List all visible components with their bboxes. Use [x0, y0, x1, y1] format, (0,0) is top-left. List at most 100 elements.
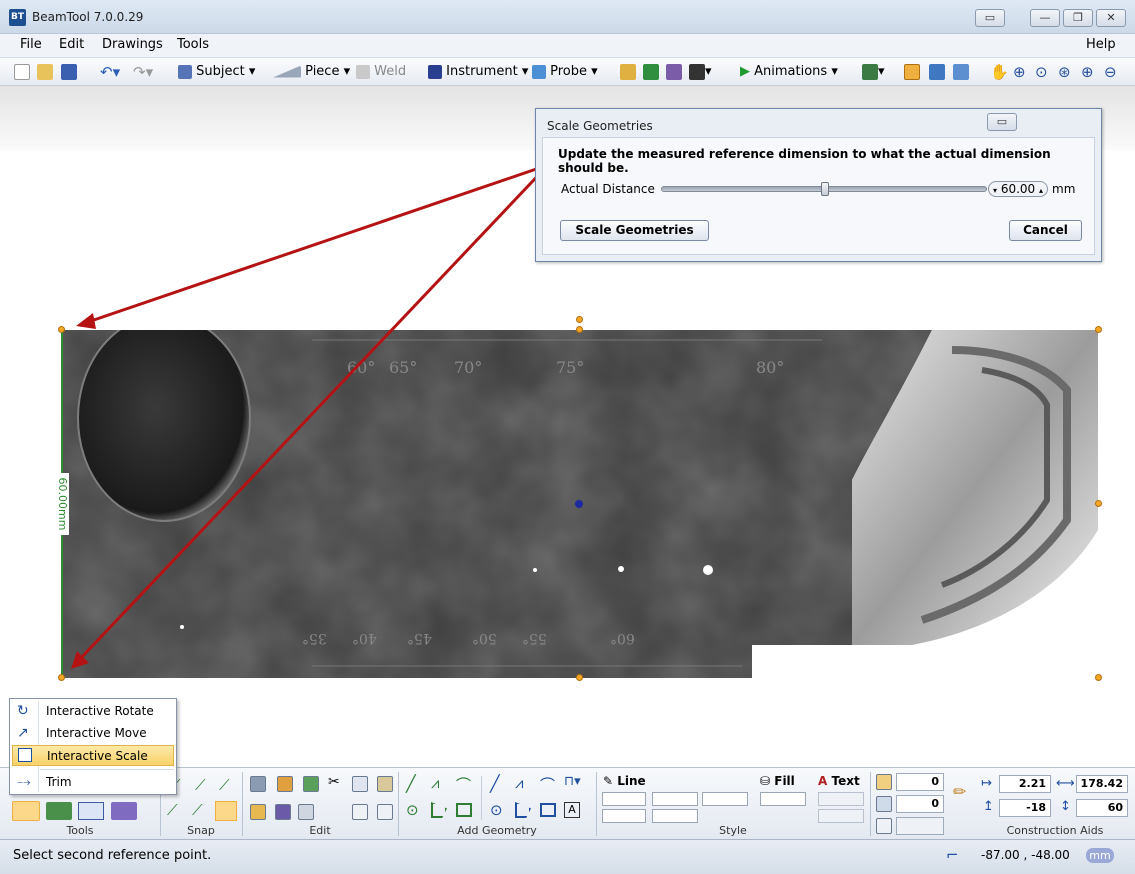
menu-item-trim[interactable]: ⤍ Trim [12, 772, 174, 793]
select-region-icon[interactable] [78, 802, 104, 820]
width-field[interactable]: 178.42 [1076, 775, 1128, 793]
status-message: Select second reference point. [13, 848, 212, 863]
copy-icon[interactable] [352, 776, 368, 792]
menu-item-label: Interactive Rotate [46, 704, 154, 718]
fill-label: Fill [774, 774, 795, 788]
ribbon-separator [481, 776, 482, 820]
slider-thumb[interactable] [821, 182, 829, 196]
snap-intersection-icon[interactable]: ⟋ [167, 801, 178, 819]
snap-grid-icon[interactable] [215, 801, 237, 821]
angle-tool-icon[interactable] [876, 774, 892, 790]
paint-bucket-icon: ⛁ [760, 774, 771, 788]
dialog-body: Update the measured reference dimension … [542, 137, 1095, 255]
snap-mid-icon[interactable]: ⟋ [219, 776, 230, 794]
edit-add-icon[interactable] [303, 776, 319, 792]
add-rectangle-blue-icon[interactable] [540, 803, 556, 817]
cursor-position-icon: ⌐ [946, 846, 959, 864]
menu-item-interactive-scale[interactable]: Interactive Scale [12, 745, 174, 766]
x-offset-icon: ↦ [981, 776, 992, 791]
actual-distance-label: Actual Distance [561, 182, 655, 196]
edit-shape-icon[interactable] [250, 776, 266, 792]
distance-slider[interactable] [661, 182, 987, 196]
add-line-icon[interactable]: ╱ [406, 774, 416, 793]
units-badge[interactable]: mm [1086, 848, 1114, 863]
group-label-tools: Tools [66, 824, 94, 837]
add-arc-blue-icon[interactable]: ⌒ [540, 774, 555, 795]
move-icon: ↗ [17, 725, 29, 741]
align-icon[interactable] [298, 804, 314, 820]
menu-separator [40, 769, 174, 770]
scale-geometries-dialog: Scale Geometries ▭ Update the measured r… [535, 108, 1102, 262]
field-a[interactable]: 0 [896, 773, 944, 791]
add-line-blue-icon[interactable]: ╱ [490, 774, 500, 793]
paste-icon[interactable] [377, 776, 393, 792]
edit-pencil-icon[interactable] [277, 776, 293, 792]
add-polyline-blue-icon[interactable]: ⩘ [515, 774, 523, 792]
menu-item-interactive-rotate[interactable]: ↻ Interactive Rotate [12, 701, 174, 722]
layers-icon[interactable] [46, 802, 72, 820]
y-field[interactable]: -18 [999, 799, 1051, 817]
text-color-select[interactable] [818, 792, 864, 806]
arrow-start-select[interactable] [602, 809, 646, 823]
spinner-down-icon[interactable]: ▾ [993, 186, 997, 195]
group-label-snap: Snap [187, 824, 215, 837]
arrange-icon[interactable] [377, 804, 393, 820]
text-icon: A [818, 774, 828, 788]
menu-item-label: Interactive Scale [47, 749, 148, 763]
cut-icon[interactable]: ✂ [328, 774, 340, 790]
arrow-head-top [76, 313, 96, 329]
line-label: Line [617, 774, 646, 788]
distribute-icon[interactable] [352, 804, 368, 820]
group-label-add-geometry: Add Geometry [457, 824, 537, 837]
add-text-icon[interactable]: A [564, 802, 580, 818]
pen-icon: ✎ [603, 774, 614, 788]
add-rectangle-icon[interactable] [456, 803, 472, 817]
distance-unit: mm [1052, 182, 1076, 196]
text-style-button[interactable]: A Text [818, 774, 860, 788]
dialog-title: Scale Geometries [547, 119, 653, 133]
snap-end-icon[interactable]: ⟋ [195, 776, 206, 794]
add-polyline-icon[interactable]: ⩘ [431, 774, 439, 792]
protractor-icon[interactable] [876, 796, 892, 812]
scale-geometries-button[interactable]: Scale Geometries [560, 220, 709, 241]
fill-pattern-select[interactable] [760, 792, 806, 806]
field-c[interactable] [896, 817, 944, 835]
line-style-button[interactable]: ✎ Line [603, 774, 646, 788]
add-circle-blue-icon[interactable]: ⊙ [490, 801, 503, 819]
ribbon-separator [870, 772, 871, 836]
rotate-icon: ↻ [17, 703, 29, 719]
status-bar: Select second reference point. ⌐ -87.00 … [0, 839, 1135, 874]
field-b[interactable]: 0 [896, 795, 944, 813]
text-size-select[interactable] [818, 809, 864, 823]
add-dimension-icon[interactable]: ⊓▾ [564, 774, 581, 789]
cancel-button[interactable]: Cancel [1009, 220, 1082, 241]
line-color-select[interactable] [702, 792, 748, 806]
group-icon[interactable] [250, 804, 266, 820]
add-arc-icon[interactable]: ⌒ [456, 774, 471, 795]
width-icon: ⟷ [1056, 776, 1075, 791]
scale-icon [18, 748, 32, 762]
snap-perpendicular-icon[interactable]: ⟋ [192, 801, 203, 819]
trim-icon: ⤍ [17, 775, 31, 790]
spinner-up-icon[interactable]: ▴ [1039, 186, 1043, 195]
group-label-edit: Edit [309, 824, 331, 837]
height-field[interactable]: 60 [1076, 799, 1128, 817]
tools-dropdown-menu: ↻ Interactive Rotate ↗ Interactive Move … [9, 698, 177, 795]
add-polygon-icon[interactable] [431, 802, 447, 818]
line-weight-select[interactable] [652, 792, 698, 806]
tool-wrench-icon[interactable] [12, 801, 40, 821]
add-circle-icon[interactable]: ⊙ [406, 801, 419, 819]
add-polygon-blue-icon[interactable] [515, 802, 531, 818]
fill-style-button[interactable]: ⛁ Fill [760, 774, 795, 788]
mirror-icon[interactable] [275, 804, 291, 820]
x-field[interactable]: 2.21 [999, 775, 1051, 793]
distance-spinner[interactable]: ▾ 60.00 ▴ [988, 181, 1048, 197]
line-type-select[interactable] [602, 792, 646, 806]
properties-icon[interactable] [111, 802, 137, 820]
dialog-restore-button[interactable]: ▭ [987, 113, 1017, 131]
menu-item-interactive-move[interactable]: ↗ Interactive Move [12, 723, 174, 744]
pencil-icon[interactable]: ✏ [953, 782, 966, 801]
arrow-end-select[interactable] [652, 809, 698, 823]
list-icon[interactable] [876, 818, 892, 834]
cursor-coordinates: -87.00 , -48.00 [981, 848, 1070, 862]
